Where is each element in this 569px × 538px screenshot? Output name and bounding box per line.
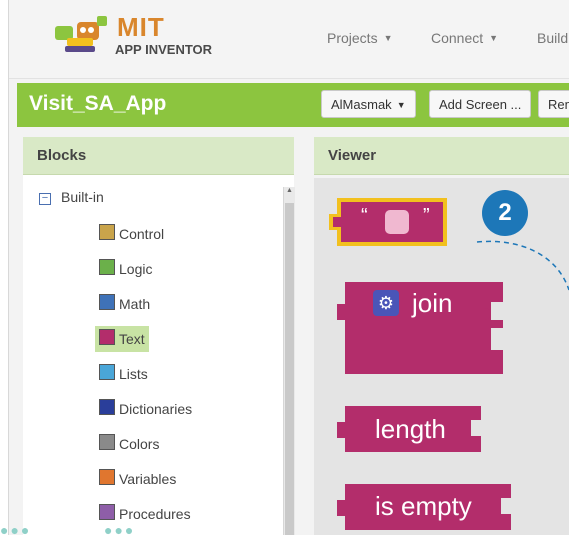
variables-swatch-icon (99, 469, 115, 485)
category-math[interactable]: Math (95, 291, 154, 317)
scroll-up-arrow-icon[interactable]: ▲ (285, 187, 294, 197)
category-label: Lists (119, 366, 148, 382)
logo-title: MIT (117, 12, 165, 42)
procedures-swatch-icon (99, 504, 115, 520)
category-label: Control (119, 226, 165, 242)
nav-connect-menu[interactable]: Connect ▼ (431, 30, 498, 46)
top-nav-bar: MIT APP INVENTOR Projects ▼ Connect ▼ Buil… (9, 0, 569, 79)
lists-swatch-icon (99, 364, 115, 380)
project-toolbar: Visit_SA_App AlMasmak ▼ Add Screen ... Re… (17, 83, 569, 127)
app-inventor-logo-icon (55, 16, 107, 52)
collapse-icon[interactable]: − (39, 193, 51, 205)
nav-build-menu[interactable]: Build (537, 30, 568, 46)
category-label: Text (119, 331, 145, 347)
remove-screen-button[interactable]: Remove Screen (538, 90, 569, 118)
text-swatch-icon (99, 329, 115, 345)
control-swatch-icon (99, 224, 115, 240)
category-label: Math (119, 296, 151, 312)
colors-swatch-icon (99, 434, 115, 450)
category-label: Colors (119, 436, 160, 452)
nav-build-label: Build (537, 30, 569, 46)
gear-icon[interactable]: ⚙ (373, 290, 399, 316)
category-variables[interactable]: Variables (95, 466, 180, 492)
blocks-panel-title: Blocks (37, 147, 87, 164)
decorative-dots: ●●● (104, 522, 136, 538)
category-logic[interactable]: Logic (95, 256, 156, 282)
caret-down-icon: ▼ (383, 33, 393, 43)
math-swatch-icon (99, 294, 115, 310)
nav-connect-label: Connect (431, 30, 484, 46)
viewer-panel-header: Viewer (314, 137, 569, 175)
blocks-panel-header: Blocks (23, 137, 294, 175)
category-control[interactable]: Control (95, 221, 168, 247)
text-string-block[interactable] (327, 194, 455, 250)
app-window: MIT APP INVENTOR Projects ▼ Connect ▼ Buil… (8, 0, 569, 535)
screen-select-label: AlMasmak (331, 97, 392, 112)
add-screen-label: Add Screen ... (439, 97, 522, 112)
caret-down-icon: ▼ (396, 100, 406, 110)
blocks-scrollbar[interactable]: ▲ (283, 187, 295, 535)
add-screen-button[interactable]: Add Screen ... (429, 90, 532, 118)
scrollbar-thumb[interactable] (285, 203, 294, 535)
callout-arrow (476, 240, 569, 291)
project-name: Visit_SA_App (29, 92, 167, 115)
category-text[interactable]: Text (95, 326, 149, 352)
blocks-tree-panel: − Built-in Control Logic Math Text Lists … (23, 175, 295, 535)
string-value-slot[interactable] (385, 210, 409, 234)
logo-subtitle: APP INVENTOR (115, 42, 213, 57)
builtin-label: Built-in (61, 189, 104, 205)
close-quote: ” (423, 205, 430, 227)
is-empty-label: is empty (375, 491, 472, 521)
category-label: Procedures (119, 506, 191, 522)
decorative-dots: ●●● (0, 522, 32, 538)
category-dictionaries[interactable]: Dictionaries (95, 396, 196, 422)
category-colors[interactable]: Colors (95, 431, 163, 457)
logic-swatch-icon (99, 259, 115, 275)
nav-projects-menu[interactable]: Projects ▼ (327, 30, 393, 46)
nav-projects-label: Projects (327, 30, 378, 46)
dictionaries-swatch-icon (99, 399, 115, 415)
remove-screen-label: Remove Screen (548, 97, 569, 112)
category-lists[interactable]: Lists (95, 361, 152, 387)
viewer-panel-title: Viewer (328, 147, 377, 164)
app-inventor-logo[interactable]: MIT APP INVENTOR (51, 12, 231, 62)
category-label: Logic (119, 261, 153, 277)
length-label: length (375, 414, 446, 444)
join-label: join (412, 288, 453, 318)
category-label: Variables (119, 471, 177, 487)
screen-select-dropdown[interactable]: AlMasmak ▼ (321, 90, 416, 118)
builtin-tree-node[interactable]: − Built-in (39, 189, 104, 205)
open-quote: “ (361, 205, 368, 227)
category-label: Dictionaries (119, 401, 193, 417)
caret-down-icon: ▼ (489, 33, 499, 43)
step-number-badge: 2 (482, 190, 528, 236)
